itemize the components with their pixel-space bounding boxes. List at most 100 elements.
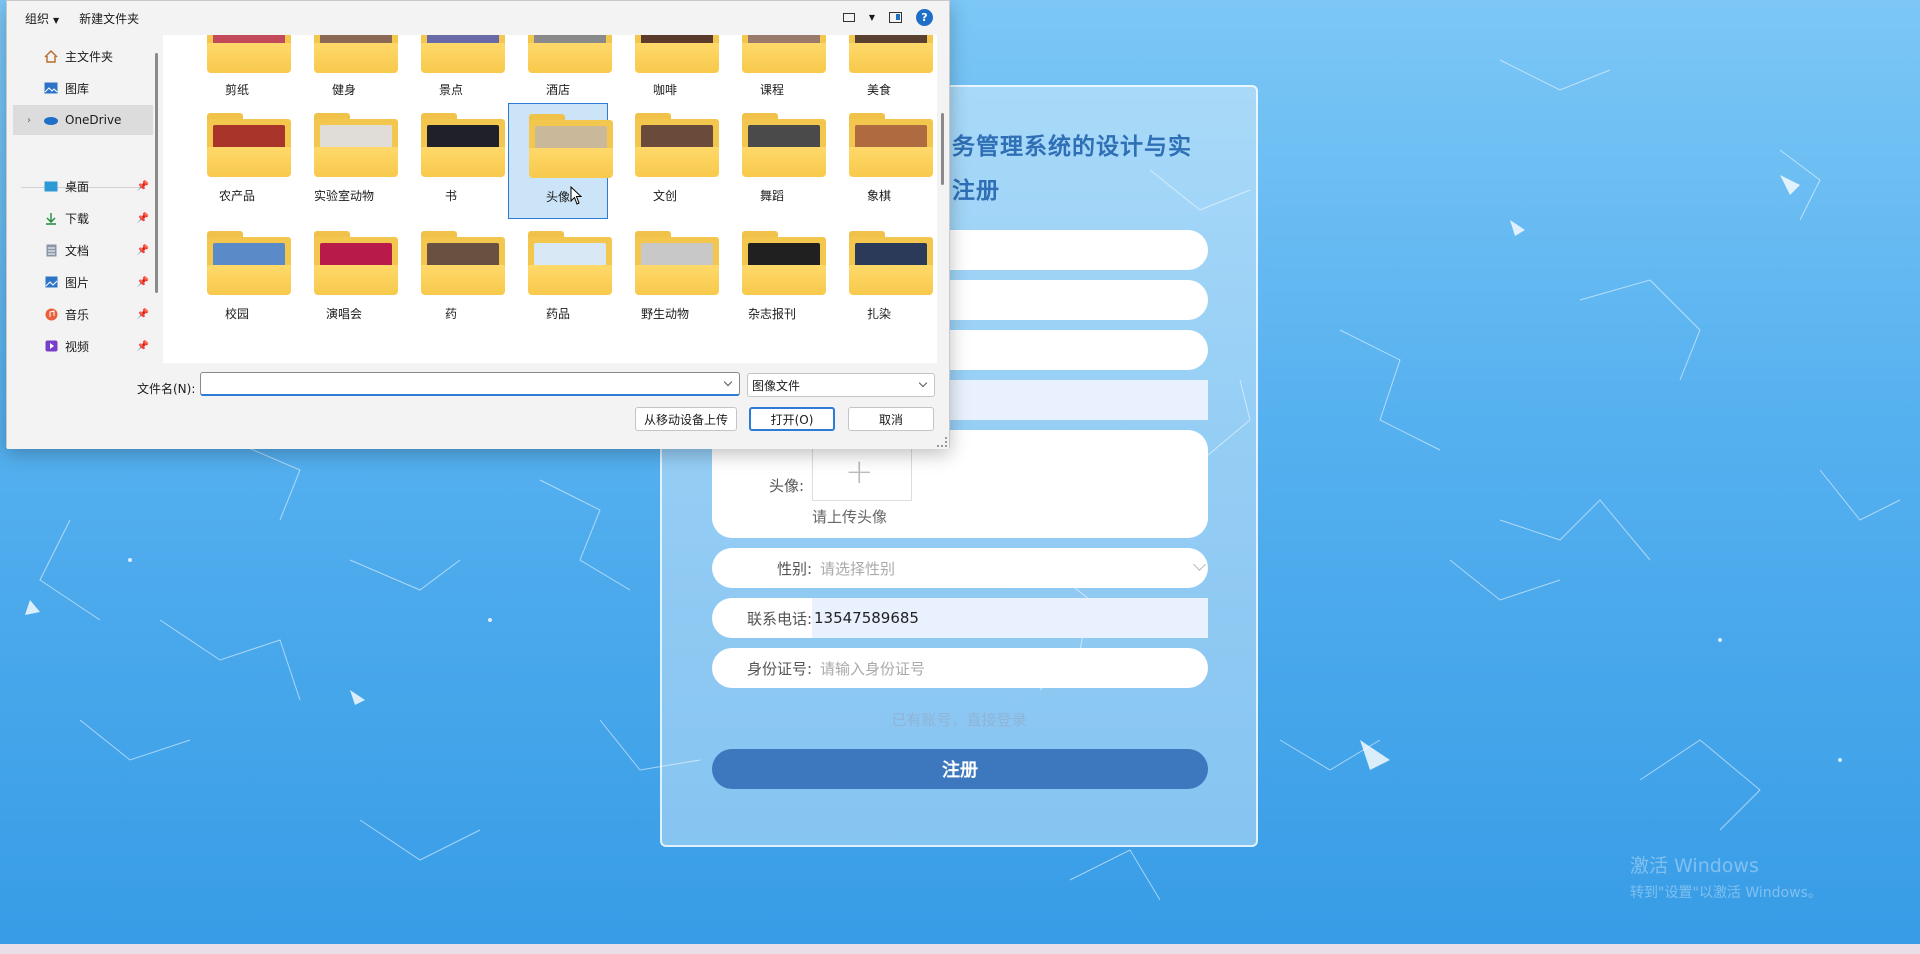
gender-label: 性别: [776, 559, 812, 578]
system-title: 务管理系统的设计与实 [952, 134, 1192, 160]
nav-music[interactable]: 音乐 📌 [13, 299, 153, 329]
folder-item[interactable]: 剪纸 [187, 35, 291, 111]
resize-grip-icon[interactable] [937, 437, 947, 447]
upload-from-mobile-button[interactable]: 从移动设备上传 [635, 407, 737, 431]
folder-item[interactable]: 农产品 [187, 103, 291, 219]
cloud-icon [43, 113, 59, 127]
login-link[interactable]: 已有账号，直接登录 [662, 709, 1256, 730]
gender-select[interactable]: 性别: 请选择性别 [712, 548, 1208, 588]
nav-downloads[interactable]: 下载 📌 [13, 203, 153, 233]
folder-icon [528, 35, 612, 73]
folder-item[interactable]: 演唱会 [294, 221, 398, 337]
folder-item[interactable]: 酒店 [508, 35, 612, 111]
filename-input[interactable] [200, 372, 740, 396]
file-open-dialog: 组织 ▼ 新建文件夹 ▼ ? 主文件夹 图库 › OneDrive 桌面 📌 下… [6, 0, 950, 449]
folder-item[interactable]: 头像 [508, 103, 613, 219]
chevron-down-icon[interactable] [723, 377, 733, 387]
cancel-button[interactable]: 取消 [848, 407, 934, 431]
folder-icon [635, 113, 719, 177]
folder-item[interactable]: 野生动物 [615, 221, 719, 337]
nav-onedrive[interactable]: › OneDrive [13, 105, 153, 135]
phone-input[interactable]: 13547589685 [812, 598, 1208, 638]
folder-item[interactable]: 健身 [294, 35, 398, 111]
pin-icon: 📌 [136, 244, 149, 256]
filetype-value: 图像文件 [752, 378, 801, 393]
folder-label: 文创 [652, 189, 677, 203]
dialog-navigation-pane: 主文件夹 图库 › OneDrive 桌面 📌 下载 📌 文档 📌 图片 📌 音… [7, 35, 155, 363]
folder-item[interactable]: 药品 [508, 221, 612, 337]
nav-pictures-label: 图片 [65, 275, 90, 290]
nav-home-label: 主文件夹 [65, 49, 114, 64]
avatar-label: 头像: [768, 477, 804, 495]
folder-label: 扎染 [866, 307, 891, 321]
nav-documents[interactable]: 文档 📌 [13, 235, 153, 265]
folder-item[interactable]: 景点 [401, 35, 505, 111]
folder-item[interactable]: 课程 [722, 35, 826, 111]
folder-item[interactable]: 校园 [187, 221, 291, 337]
folder-item[interactable]: 舞蹈 [722, 103, 826, 219]
organize-menu[interactable]: 组织 ▼ [15, 10, 69, 27]
new-folder-button[interactable]: 新建文件夹 [69, 10, 149, 27]
folder-label: 药品 [545, 307, 570, 321]
pin-icon: 📌 [136, 308, 149, 320]
preview-pane-icon[interactable] [889, 12, 902, 23]
dialog-bottom-bar: 文件名(N): 图像文件 从移动设备上传 打开(O) 取消 [7, 363, 949, 449]
nav-downloads-label: 下载 [65, 211, 90, 226]
grid-scrollbar[interactable] [941, 113, 944, 185]
folder-icon [742, 35, 826, 73]
nav-gallery[interactable]: 图库 [13, 73, 153, 103]
folder-label: 头像 [545, 190, 570, 204]
help-icon[interactable]: ? [916, 9, 933, 26]
folder-label: 野生动物 [640, 307, 689, 321]
idcard-field[interactable]: 身份证号: 请输入身份证号 [712, 648, 1208, 688]
filetype-select[interactable]: 图像文件 [747, 373, 935, 397]
watermark-line2: 转到"设置"以激活 Windows。 [1630, 885, 1822, 901]
folder-item[interactable]: 药 [401, 221, 505, 337]
view-mode-icon[interactable] [842, 13, 855, 22]
caret-down-icon[interactable]: ▼ [869, 13, 875, 22]
gallery-icon [43, 81, 59, 95]
document-icon [43, 243, 59, 257]
folder-item[interactable]: 书 [401, 103, 505, 219]
folder-item[interactable]: 扎染 [829, 221, 933, 337]
avatar-upload[interactable]: + [812, 448, 912, 501]
folder-label: 健身 [331, 83, 356, 97]
nav-videos[interactable]: 视频 📌 [13, 331, 153, 361]
chevron-down-icon [1193, 558, 1206, 571]
folder-item[interactable]: 杂志报刊 [722, 221, 826, 337]
folder-label: 实验室动物 [313, 189, 374, 203]
nav-onedrive-label: OneDrive [65, 113, 122, 127]
register-button[interactable]: 注册 [712, 749, 1208, 789]
nav-home[interactable]: 主文件夹 [13, 41, 153, 71]
folder-label: 杂志报刊 [747, 307, 796, 321]
phone-field[interactable]: 联系电话: 13547589685 [712, 598, 1208, 638]
nav-scrollbar[interactable] [155, 53, 158, 293]
folder-icon [849, 35, 933, 73]
folder-item[interactable]: 象棋 [829, 103, 933, 219]
folder-label: 景点 [438, 83, 463, 97]
folder-item[interactable]: 实验室动物 [294, 103, 398, 219]
pin-icon: 📌 [136, 180, 149, 192]
folder-icon [635, 231, 719, 295]
nav-desktop-label: 桌面 [65, 179, 90, 194]
folder-icon [528, 231, 612, 295]
dialog-toolbar: 组织 ▼ 新建文件夹 ▼ ? [7, 1, 949, 35]
music-icon [43, 307, 59, 321]
folder-item[interactable]: 咖啡 [615, 35, 719, 111]
folder-item[interactable]: 美食 [829, 35, 933, 111]
nav-pictures[interactable]: 图片 📌 [13, 267, 153, 297]
nav-videos-label: 视频 [65, 339, 90, 354]
open-button[interactable]: 打开(O) [749, 407, 835, 431]
folder-label: 课程 [759, 83, 784, 97]
folder-icon [421, 113, 505, 177]
folder-icon [529, 114, 613, 178]
folder-item[interactable]: 文创 [615, 103, 719, 219]
home-icon [43, 49, 59, 63]
folder-icon [742, 231, 826, 295]
folder-icon [207, 35, 291, 73]
folder-label: 酒店 [545, 83, 570, 97]
folder-icon [849, 231, 933, 295]
nav-desktop[interactable]: 桌面 📌 [13, 171, 153, 201]
folder-icon [849, 113, 933, 177]
picture-icon [43, 275, 59, 289]
